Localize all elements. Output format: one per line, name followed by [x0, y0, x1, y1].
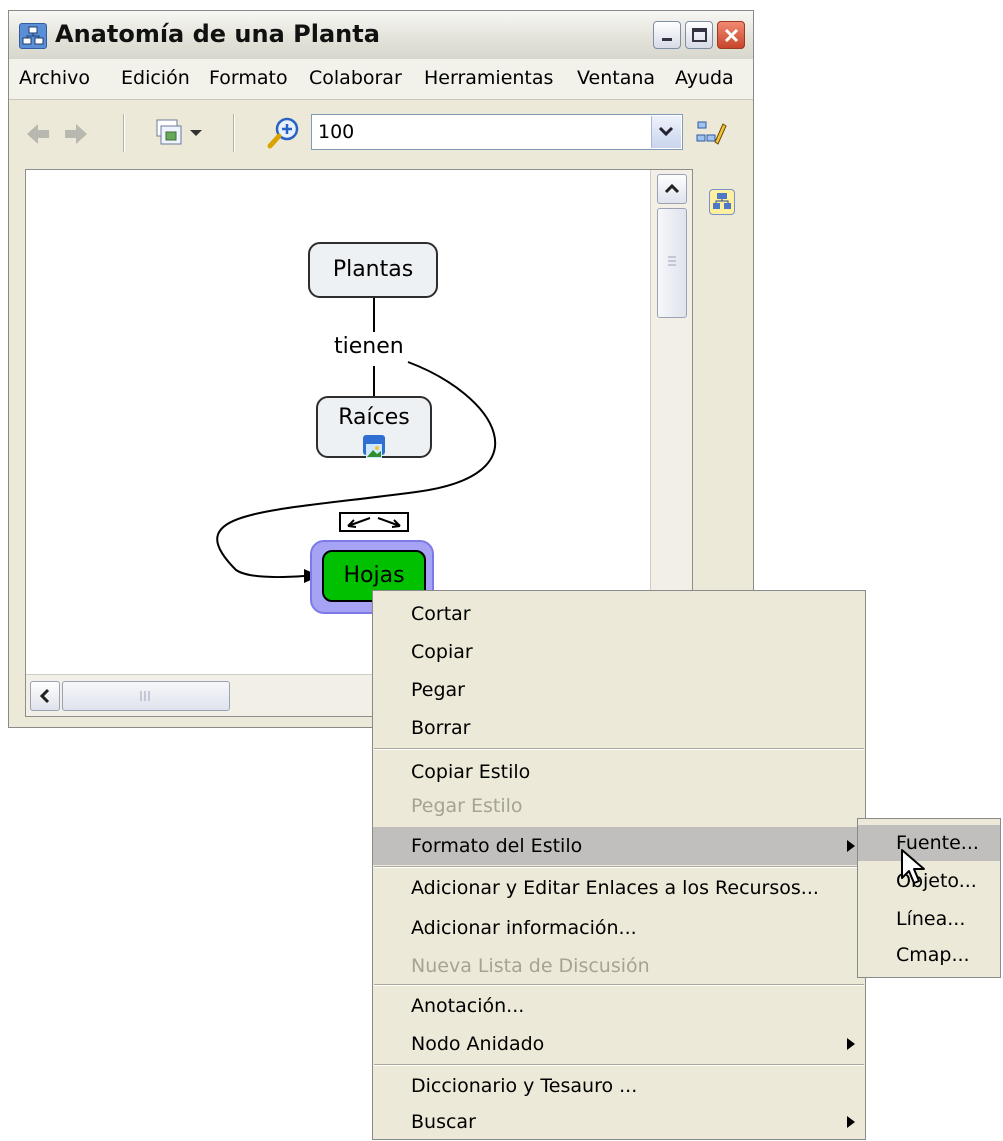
maximize-button[interactable] [685, 21, 713, 49]
forward-arrow-icon[interactable] [63, 122, 89, 146]
vertical-scroll-thumb[interactable] [657, 208, 687, 318]
menu-edicion[interactable]: Edición [121, 67, 190, 89]
view-layout-icon[interactable] [153, 118, 183, 148]
menu-item-adicionar-informacion[interactable]: Adicionar información... [373, 909, 865, 947]
maximize-icon [692, 28, 707, 42]
submenu-item-fuente[interactable]: Fuente... [858, 825, 1000, 861]
concept-label: Raíces [338, 405, 410, 430]
menu-ayuda[interactable]: Ayuda [675, 67, 734, 89]
menu-item-copiar[interactable]: Copiar [373, 633, 865, 671]
mouse-pointer-icon [901, 849, 925, 884]
menu-separator [374, 1064, 864, 1066]
menu-item-nodo-anidado[interactable]: Nodo Anidado [373, 1025, 865, 1063]
cmap-app-icon [19, 23, 47, 49]
scroll-up-button[interactable] [657, 174, 687, 204]
menu-item-anotacion[interactable]: Anotación... [373, 987, 865, 1025]
menu-separator [374, 866, 864, 868]
zoom-combobox[interactable]: 100 [311, 114, 683, 150]
submenu-item-objeto[interactable]: Objeto... [858, 863, 1000, 899]
menu-colaborar[interactable]: Colaborar [309, 67, 402, 89]
window-title: Anatomía de una Planta [55, 20, 380, 48]
concept-node-raices[interactable]: Raíces [316, 396, 432, 458]
menu-item-nueva-lista-discusion: Nueva Lista de Discusión [411, 955, 650, 977]
title-bar[interactable]: Anatomía de una Planta [9, 11, 753, 60]
submenu-formato-del-estilo: Fuente... Objeto... Línea... Cmap... [857, 818, 1001, 978]
toolbar-separator [233, 114, 235, 152]
scroll-left-button[interactable] [30, 681, 60, 711]
close-button[interactable] [717, 21, 745, 49]
toolbar: 100 [9, 100, 753, 166]
submenu-item-linea[interactable]: Línea... [858, 901, 1000, 937]
menu-separator [374, 748, 864, 750]
context-menu: Cortar Copiar Pegar Borrar Copiar Estilo… [372, 590, 866, 1140]
horizontal-scroll-thumb[interactable] [62, 681, 230, 711]
minimize-button[interactable] [653, 21, 681, 49]
minimize-icon [662, 38, 672, 41]
menu-item-formato-del-estilo[interactable]: Formato del Estilo [373, 827, 865, 865]
discussion-bubble-icon[interactable] [709, 189, 735, 215]
submenu-arrow-icon [847, 1038, 855, 1050]
menu-item-copiar-estilo[interactable]: Copiar Estilo [373, 753, 865, 791]
style-pencil-icon[interactable] [695, 118, 727, 148]
menu-item-cortar[interactable]: Cortar [373, 595, 865, 633]
menu-archivo[interactable]: Archivo [19, 67, 90, 89]
submenu-arrow-icon [847, 840, 855, 852]
chevron-down-icon[interactable] [189, 128, 203, 138]
back-arrow-icon[interactable] [25, 122, 51, 146]
menu-item-label: Formato del Estilo [411, 835, 583, 857]
chevron-down-icon [658, 126, 674, 137]
menu-formato[interactable]: Formato [209, 67, 288, 89]
zoom-in-icon[interactable] [267, 116, 301, 150]
toolbar-separator [123, 114, 125, 152]
menu-item-label: Buscar [411, 1111, 476, 1133]
menu-item-buscar[interactable]: Buscar [373, 1103, 865, 1141]
menu-item-enlaces-recursos[interactable]: Adicionar y Editar Enlaces a los Recurso… [373, 869, 865, 907]
zoom-value: 100 [318, 121, 355, 143]
chevron-up-icon [664, 183, 680, 194]
menu-item-pegar-estilo: Pegar Estilo [411, 795, 523, 817]
zoom-dropdown-button[interactable] [651, 116, 681, 148]
resize-handle[interactable] [339, 512, 409, 532]
menu-item-label: Nodo Anidado [411, 1033, 545, 1055]
submenu-item-cmap[interactable]: Cmap... [858, 937, 1000, 973]
close-icon [724, 28, 739, 43]
linking-phrase[interactable]: tienen [334, 334, 404, 359]
image-resource-icon[interactable] [363, 435, 385, 458]
menu-separator [374, 984, 864, 986]
menu-bar: Archivo Edición Formato Colaborar Herram… [9, 59, 753, 100]
menu-ventana[interactable]: Ventana [577, 67, 655, 89]
menu-item-pegar[interactable]: Pegar [373, 671, 865, 709]
menu-item-borrar[interactable]: Borrar [373, 709, 865, 747]
concept-node-plantas[interactable]: Plantas [308, 242, 438, 298]
menu-herramientas[interactable]: Herramientas [424, 67, 553, 89]
menu-item-diccionario-tesauro[interactable]: Diccionario y Tesauro ... [373, 1067, 865, 1105]
submenu-arrow-icon [847, 1116, 855, 1128]
chevron-left-icon [39, 688, 50, 704]
